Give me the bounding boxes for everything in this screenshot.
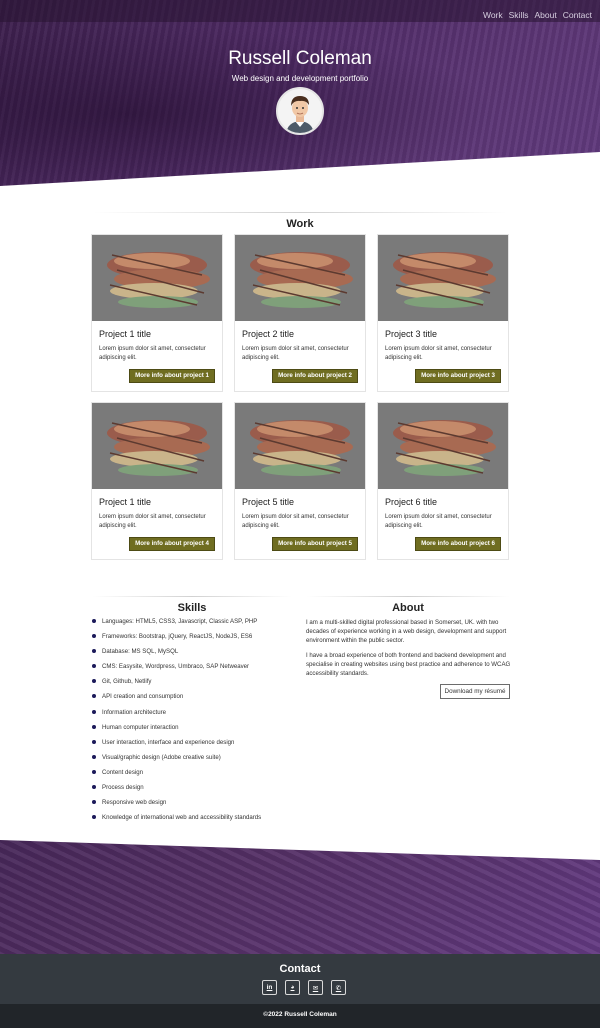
- github-link[interactable]: ◕: [285, 980, 300, 995]
- skill-list-item: Frameworks: Bootstrap, jQuery, ReactJS, …: [92, 632, 292, 647]
- skill-list-item: Process design: [92, 783, 292, 798]
- skill-list-item: User interaction, interface and experien…: [92, 738, 292, 753]
- project-more-info-button[interactable]: More info about project 3: [415, 369, 501, 383]
- decorative-banner: [0, 838, 600, 956]
- project-card-title: Project 2 title: [242, 329, 295, 339]
- copyright-text: ©2022 Russell Coleman: [263, 1011, 337, 1018]
- contact-section: Contact in ◕ ✉ ✆: [0, 954, 600, 1004]
- project-more-info-button[interactable]: More info about project 5: [272, 537, 358, 551]
- project-card: Project 1 title Lorem ipsum dolor sit ame…: [91, 402, 223, 560]
- nav-link-skills[interactable]: Skills: [509, 10, 529, 20]
- project-image: [235, 403, 365, 489]
- skills-list: Languages: HTML5, CSS3, Javascript, Clas…: [92, 617, 292, 828]
- linkedin-link[interactable]: in: [262, 980, 277, 995]
- nav-link-work[interactable]: Work: [483, 10, 503, 20]
- about-divider: [306, 596, 510, 597]
- email-icon: ✉: [312, 984, 319, 992]
- skills-heading: Skills: [177, 602, 207, 614]
- project-card-title: Project 1 title: [99, 497, 152, 507]
- skill-list-item: Human computer interaction: [92, 723, 292, 738]
- contact-icon-row: in ◕ ✉ ✆: [262, 980, 346, 995]
- work-heading: Work: [286, 218, 314, 230]
- skill-list-item: Languages: HTML5, CSS3, Javascript, Clas…: [92, 617, 292, 632]
- project-card: Project 3 title Lorem ipsum dolor sit ame…: [377, 234, 509, 392]
- skill-list-item: Responsive web design: [92, 798, 292, 813]
- hero-section: Russell Coleman Web design and developme…: [0, 0, 600, 190]
- avatar: [276, 87, 324, 135]
- project-more-info-button[interactable]: More info about project 4: [129, 537, 215, 551]
- phone-link[interactable]: ✆: [331, 980, 346, 995]
- project-thumbnail: [378, 235, 508, 321]
- project-more-info-button[interactable]: More info about project 2: [272, 369, 358, 383]
- project-image: [378, 403, 508, 489]
- project-more-info-button[interactable]: More info about project 6: [415, 537, 501, 551]
- project-card: Project 5 title Lorem ipsum dolor sit ame…: [234, 402, 366, 560]
- skill-list-item: Knowledge of international web and acces…: [92, 813, 292, 828]
- skill-list-item: Database: MS SQL, MySQL: [92, 647, 292, 662]
- project-card-title: Project 5 title: [242, 497, 295, 507]
- linkedin-icon: in: [266, 984, 273, 991]
- project-thumbnail: [92, 235, 222, 321]
- project-thumbnail: [92, 403, 222, 489]
- nav-link-contact[interactable]: Contact: [563, 10, 592, 20]
- page-bottom-edge: [0, 1028, 600, 1032]
- project-thumbnail: [378, 403, 508, 489]
- project-image: [92, 235, 222, 321]
- skill-list-item: Content design: [92, 768, 292, 783]
- project-card-description: Lorem ipsum dolor sit amet, consectetur …: [99, 514, 206, 529]
- project-image: [378, 235, 508, 321]
- project-image: [92, 403, 222, 489]
- skill-list-item: API creation and consumption: [92, 692, 292, 707]
- page-title: Russell Coleman: [228, 48, 372, 69]
- project-card: Project 2 title Lorem ipsum dolor sit ame…: [234, 234, 366, 392]
- github-icon: ◕: [290, 984, 295, 991]
- page-subtitle: Web design and development portfolio: [231, 74, 369, 83]
- skill-list-item: Git, Github, Netlify: [92, 677, 292, 692]
- project-thumbnail: [235, 235, 365, 321]
- email-link[interactable]: ✉: [308, 980, 323, 995]
- project-image: [235, 235, 365, 321]
- about-heading: About: [392, 602, 424, 614]
- avatar-illustration: [278, 89, 322, 133]
- project-card-title: Project 3 title: [385, 329, 438, 339]
- nav-link-about[interactable]: About: [534, 10, 556, 20]
- skill-list-item: CMS: Easysite, Wordpress, Umbraco, SAP N…: [92, 662, 292, 677]
- skill-list-item: Visual/graphic design (Adobe creative su…: [92, 753, 292, 768]
- about-paragraph-2: I have a broad experience of both fronte…: [306, 652, 511, 678]
- skills-divider: [92, 596, 292, 597]
- phone-icon: ✆: [335, 984, 342, 992]
- footer: ©2022 Russell Coleman: [0, 1004, 600, 1028]
- project-card-description: Lorem ipsum dolor sit amet, consectetur …: [99, 346, 206, 361]
- project-card-title: Project 1 title: [99, 329, 152, 339]
- project-thumbnail: [235, 403, 365, 489]
- work-divider: [92, 212, 508, 213]
- top-navigation: Work Skills About Contact: [0, 0, 600, 22]
- project-card-title: Project 6 title: [385, 497, 438, 507]
- project-more-info-button[interactable]: More info about project 1: [129, 369, 215, 383]
- project-card-description: Lorem ipsum dolor sit amet, consectetur …: [242, 346, 349, 361]
- project-card-description: Lorem ipsum dolor sit amet, consectetur …: [385, 514, 492, 529]
- skill-list-item: Information architecture: [92, 708, 292, 723]
- contact-heading: Contact: [279, 963, 321, 975]
- project-card: Project 6 title Lorem ipsum dolor sit ame…: [377, 402, 509, 560]
- project-card: Project 1 title Lorem ipsum dolor sit ame…: [91, 234, 223, 392]
- download-resume-button[interactable]: Download my résumé: [440, 684, 510, 699]
- project-card-description: Lorem ipsum dolor sit amet, consectetur …: [242, 514, 349, 529]
- banner-slanted-edge: [0, 838, 600, 860]
- project-card-description: Lorem ipsum dolor sit amet, consectetur …: [385, 346, 492, 361]
- about-paragraph-1: I am a multi-skilled digital professiona…: [306, 619, 507, 645]
